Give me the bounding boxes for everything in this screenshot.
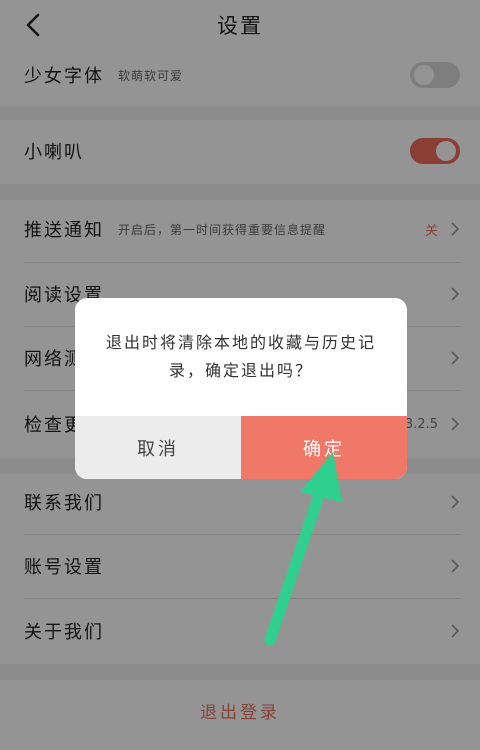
confirm-dialog: 退出时将清除本地的收藏与历史记录，确定退出吗？ 取消 确定 bbox=[75, 298, 407, 479]
confirm-button[interactable]: 确定 bbox=[241, 416, 407, 479]
cancel-button[interactable]: 取消 bbox=[75, 416, 241, 479]
dialog-message: 退出时将清除本地的收藏与历史记录，确定退出吗？ bbox=[105, 333, 376, 380]
